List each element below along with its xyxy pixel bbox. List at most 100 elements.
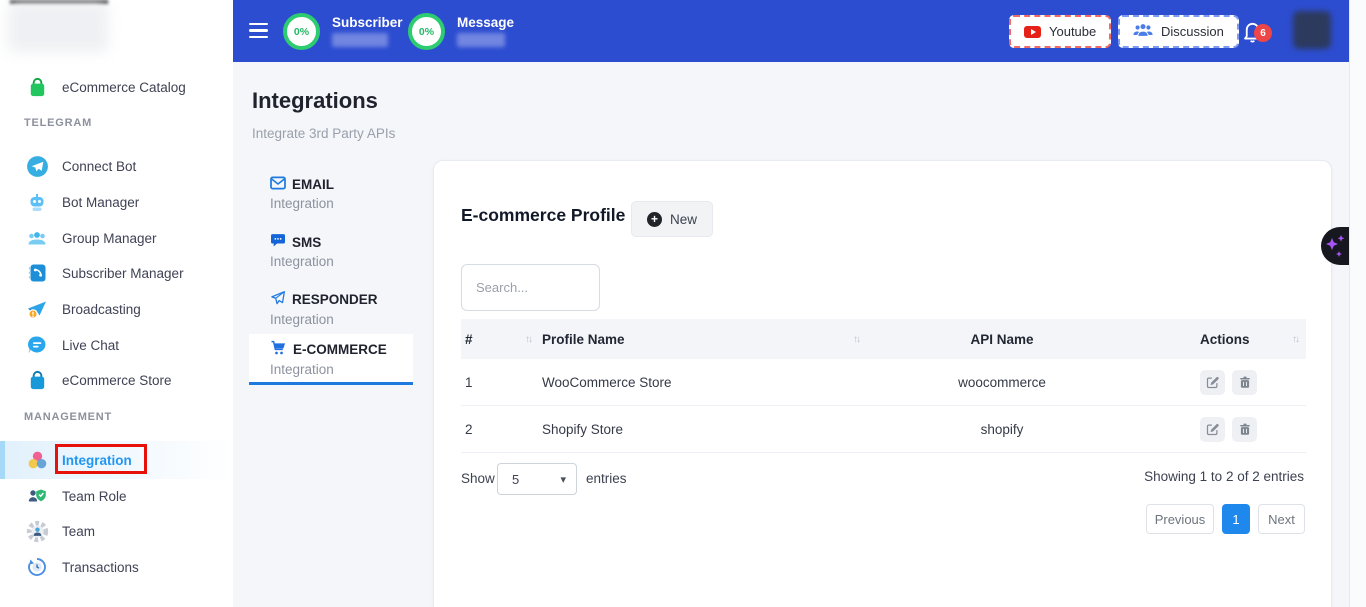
subnav-ecommerce-integration[interactable]: E-COMMERCE Integration	[249, 334, 413, 385]
sidebar-item-broadcasting[interactable]: Broadcasting	[0, 294, 233, 324]
contact-book-icon	[24, 260, 50, 286]
person-shield-icon	[24, 483, 50, 509]
chevron-down-icon: ▾	[560, 473, 566, 486]
sidebar-item-ecommerce-store[interactable]: eCommerce Store	[0, 365, 233, 395]
column-header-api[interactable]: API Name	[867, 332, 1137, 347]
youtube-button-label: Youtube	[1049, 24, 1096, 39]
email-icon	[270, 176, 286, 193]
sidebar-item-bot-manager[interactable]: Bot Manager	[0, 187, 233, 217]
sidebar-item-live-chat[interactable]: Live Chat	[0, 330, 233, 360]
show-label: Show	[461, 471, 495, 486]
shopping-bag-blue-icon	[24, 367, 50, 393]
row-number: 2	[465, 422, 473, 437]
sidebar-section-management: MANAGEMENT	[24, 411, 112, 423]
sort-icon[interactable]: ↑↓	[525, 334, 539, 345]
sidebar-item-transactions[interactable]: Transactions	[0, 552, 233, 582]
subnav-name: RESPONDER	[292, 292, 378, 307]
subnav-sub: Integration	[270, 312, 413, 327]
column-header-num[interactable]: #	[465, 332, 473, 347]
ecommerce-profile-card: E-commerce Profile + New # ↑↓ Profile Na…	[433, 160, 1332, 607]
sidebar-item-label: Transactions	[62, 560, 139, 575]
entries-label: entries	[586, 471, 627, 486]
page-subtitle: Integrate 3rd Party APIs	[252, 126, 395, 141]
telegram-plane-icon	[24, 153, 50, 179]
message-percent: 0%	[419, 26, 434, 38]
subnav-sub: Integration	[270, 196, 413, 211]
subscriber-progress-ring: 0%	[283, 13, 320, 50]
table-row: 1 WooCommerce Store woocommerce	[461, 359, 1306, 406]
subnav-sub: Integration	[270, 254, 413, 269]
delete-button[interactable]	[1232, 417, 1257, 442]
history-clock-icon	[24, 554, 50, 580]
sparkles-icon	[1321, 227, 1349, 265]
sidebar-item-label: Connect Bot	[62, 159, 136, 174]
user-avatar-blurred[interactable]	[1293, 11, 1331, 49]
sort-icon[interactable]: ↑↓	[853, 334, 867, 345]
row-number: 1	[465, 375, 473, 390]
pagination-page-1-button[interactable]: 1	[1222, 504, 1250, 534]
message-stat-value-blurred	[457, 33, 505, 47]
sidebar-item-team[interactable]: Team	[0, 516, 233, 546]
app-logo-blurred	[8, 2, 108, 52]
youtube-icon	[1024, 26, 1041, 38]
column-header-actions: Actions	[1200, 332, 1250, 347]
table-header-row: # ↑↓ Profile Name ↑↓ API Name Actions ↑↓	[461, 319, 1306, 359]
edit-button[interactable]	[1200, 417, 1225, 442]
sidebar-item-label: Group Manager	[62, 231, 157, 246]
notification-count-badge: 6	[1254, 24, 1272, 42]
subscriber-percent: 0%	[294, 26, 309, 38]
ai-assistant-button[interactable]	[1321, 227, 1349, 265]
page-title: Integrations	[252, 88, 378, 114]
sidebar-item-label: Broadcasting	[62, 302, 141, 317]
sidebar-item-subscriber-manager[interactable]: Subscriber Manager	[0, 258, 233, 288]
sidebar-item-label: Subscriber Manager	[62, 266, 184, 281]
sort-icon[interactable]: ↑↓	[1292, 334, 1306, 345]
sidebar-item-label: Team	[62, 524, 95, 539]
sidebar-item-label: Live Chat	[62, 338, 119, 353]
entries-summary: Showing 1 to 2 of 2 entries	[1144, 469, 1304, 484]
profile-name: WooCommerce Store	[542, 375, 672, 390]
sidebar-item-label: eCommerce Store	[62, 373, 172, 388]
integration-circles-icon	[24, 447, 50, 473]
sidebar-item-team-role[interactable]: Team Role	[0, 481, 233, 511]
sidebar-item-connect-bot[interactable]: Connect Bot	[0, 151, 233, 181]
sms-bubble-icon	[270, 233, 286, 251]
message-stat-label: Message	[457, 15, 514, 30]
sidebar-item-ecommerce-catalog[interactable]: eCommerce Catalog	[0, 72, 233, 102]
subnav-email-integration[interactable]: EMAIL Integration	[249, 170, 413, 220]
topbar: 0% Subscriber 0% Message Youtube Discuss…	[233, 0, 1349, 62]
profile-name: Shopify Store	[542, 422, 623, 437]
discussion-button[interactable]: Discussion	[1118, 15, 1239, 48]
subscriber-stat-value-blurred	[332, 33, 388, 47]
page-scrollbar[interactable]	[1349, 0, 1366, 607]
subscriber-stat-label: Subscriber	[332, 15, 403, 30]
subnav-name: SMS	[292, 235, 321, 250]
subnav-sub: Integration	[270, 362, 413, 377]
pagination-next-button[interactable]: Next	[1258, 504, 1305, 534]
main-content: Integrations Integrate 3rd Party APIs EM…	[233, 62, 1349, 607]
subnav-responder-integration[interactable]: RESPONDER Integration	[249, 284, 413, 334]
sidebar-section-telegram: TELEGRAM	[24, 117, 92, 129]
sidebar: eCommerce Catalog TELEGRAM Connect Bot B…	[0, 0, 233, 607]
hamburger-menu-icon[interactable]	[249, 23, 268, 38]
gear-person-icon	[24, 518, 50, 544]
annotation-highlight-box	[55, 444, 147, 474]
search-input[interactable]	[461, 264, 600, 311]
paper-plane-icon	[270, 290, 286, 309]
robot-icon	[24, 189, 50, 215]
plus-icon: +	[647, 212, 662, 227]
discussion-people-icon	[1133, 23, 1153, 40]
youtube-button[interactable]: Youtube	[1009, 15, 1111, 48]
subnav-sms-integration[interactable]: SMS Integration	[249, 227, 413, 277]
new-profile-button[interactable]: + New	[631, 201, 713, 237]
chat-bubble-icon	[24, 332, 50, 358]
message-progress-ring: 0%	[408, 13, 445, 50]
sidebar-item-group-manager[interactable]: Group Manager	[0, 223, 233, 253]
delete-button[interactable]	[1232, 370, 1257, 395]
column-header-profile[interactable]: Profile Name	[542, 332, 625, 347]
group-people-icon	[24, 225, 50, 251]
page-size-select[interactable]: 5 ▾	[497, 463, 577, 495]
pagination-previous-button[interactable]: Previous	[1146, 504, 1214, 534]
edit-button[interactable]	[1200, 370, 1225, 395]
sidebar-item-label: Team Role	[62, 489, 127, 504]
